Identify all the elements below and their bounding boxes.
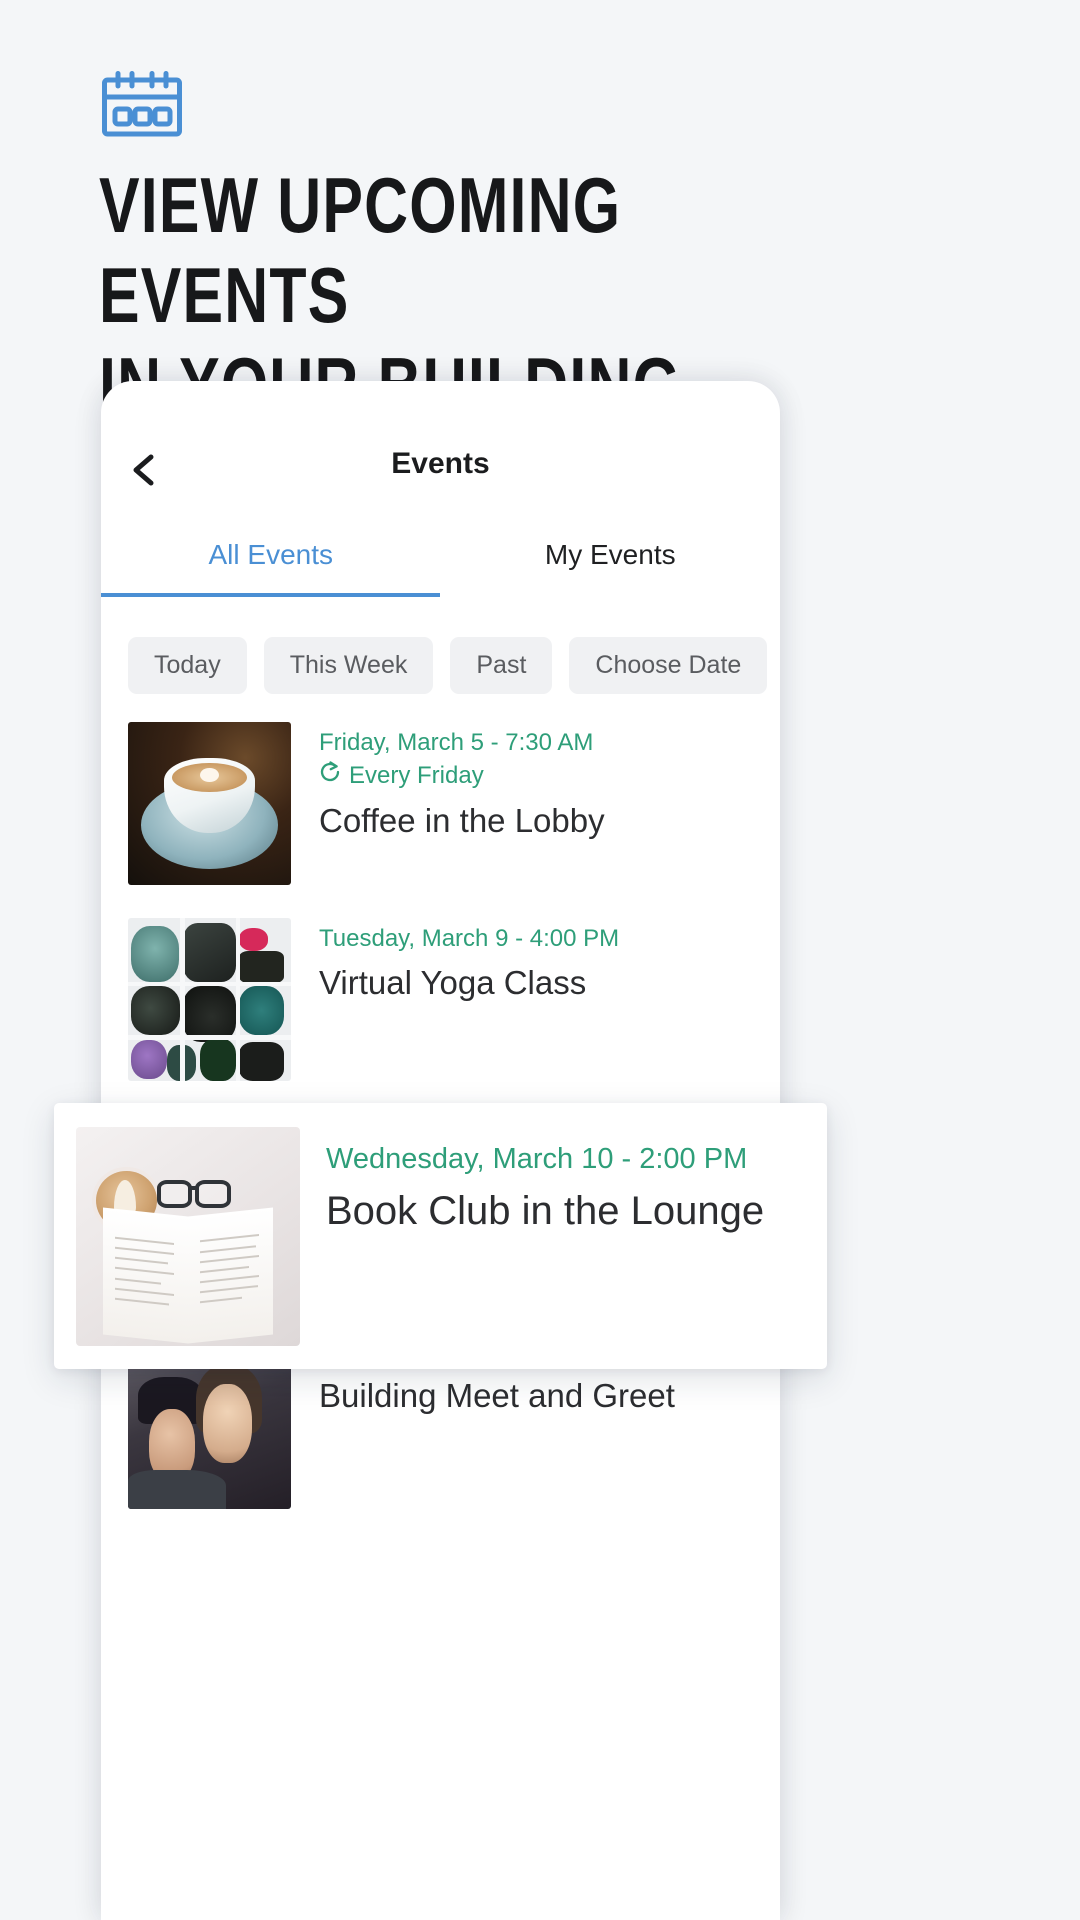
event-recurrence-label: Every Friday: [349, 762, 484, 789]
event-date: Tuesday, March 9 - 4:00 PM: [319, 925, 620, 952]
calendar-icon: [101, 71, 183, 137]
filter-chip-choose-date[interactable]: Choose Date: [569, 637, 768, 694]
filter-chip-this-week[interactable]: This Week: [263, 637, 434, 694]
page-title: Events: [391, 447, 490, 480]
highlighted-event-card[interactable]: Wednesday, March 10 - 2:00 PM Book Club …: [54, 1103, 827, 1369]
tab-bar: All Events My Events: [101, 531, 780, 599]
event-list: Friday, March 5 - 7:30 AM Every Friday C…: [101, 694, 780, 1509]
list-item[interactable]: Friday, March 5 - 7:30 AM Every Friday C…: [101, 722, 780, 885]
app-navbar: Events: [101, 381, 780, 531]
filter-chip-today[interactable]: Today: [128, 637, 247, 694]
tab-all-events[interactable]: All Events: [101, 531, 441, 599]
tab-active-indicator: [101, 593, 440, 597]
event-title: Book Club in the Lounge: [326, 1189, 765, 1233]
event-title: Coffee in the Lobby: [319, 802, 605, 839]
event-date: Friday, March 5 - 7:30 AM: [319, 729, 594, 756]
filter-chip-row: Today This Week Past Choose Date: [101, 599, 780, 694]
event-thumbnail: [128, 722, 291, 885]
filter-chip-past[interactable]: Past: [450, 637, 553, 694]
event-thumbnail: [128, 918, 291, 1081]
event-recurrence: Every Friday: [319, 759, 605, 793]
event-thumbnail: [76, 1127, 300, 1346]
tab-my-events[interactable]: My Events: [441, 531, 781, 599]
event-title: Virtual Yoga Class: [319, 964, 587, 1001]
promo-headline-line1: VIEW UPCOMING EVENTS: [99, 161, 622, 339]
list-item[interactable]: Tuesday, March 9 - 4:00 PM Virtual Yoga …: [101, 918, 780, 1081]
event-date: Wednesday, March 10 - 2:00 PM: [326, 1143, 748, 1175]
event-title: Building Meet and Greet: [319, 1377, 675, 1414]
repeat-icon: [319, 759, 341, 793]
